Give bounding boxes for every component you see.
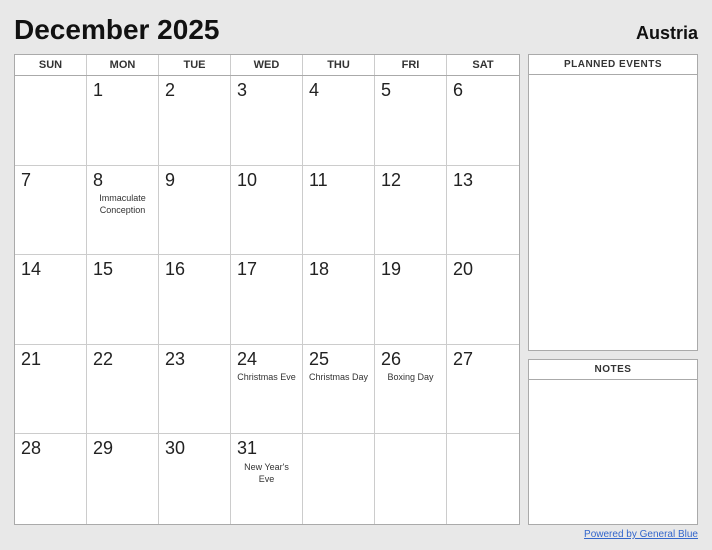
day-cell: 2 bbox=[159, 76, 231, 166]
calendar-grid: 12345678Immaculate Conception91011121314… bbox=[15, 76, 519, 524]
day-number: 25 bbox=[309, 349, 329, 371]
day-cell: 3 bbox=[231, 76, 303, 166]
day-number: 7 bbox=[21, 170, 31, 192]
day-cell: 19 bbox=[375, 255, 447, 345]
planned-events-title: PLANNED EVENTS bbox=[529, 55, 697, 75]
day-cell: 29 bbox=[87, 434, 159, 524]
day-number: 30 bbox=[165, 438, 185, 460]
day-cell: 25Christmas Day bbox=[303, 345, 375, 435]
day-cell: 13 bbox=[447, 166, 519, 256]
sidebar: PLANNED EVENTS NOTES bbox=[528, 54, 698, 525]
day-number: 15 bbox=[93, 259, 113, 281]
notes-title: NOTES bbox=[529, 360, 697, 380]
day-number: 20 bbox=[453, 259, 473, 281]
day-number: 10 bbox=[237, 170, 257, 192]
day-number: 5 bbox=[381, 80, 391, 102]
day-number: 29 bbox=[93, 438, 113, 460]
day-number: 31 bbox=[237, 438, 257, 460]
event-label: Immaculate Conception bbox=[93, 193, 152, 216]
day-cell: 30 bbox=[159, 434, 231, 524]
page-title: December 2025 bbox=[14, 14, 219, 46]
day-number: 17 bbox=[237, 259, 257, 281]
notes-box: NOTES bbox=[528, 359, 698, 525]
event-label: New Year's Eve bbox=[237, 462, 296, 485]
day-header: WED bbox=[231, 55, 303, 75]
day-number: 6 bbox=[453, 80, 463, 102]
day-cell: 1 bbox=[87, 76, 159, 166]
day-header: SAT bbox=[447, 55, 519, 75]
day-cell: 12 bbox=[375, 166, 447, 256]
day-cell: 24Christmas Eve bbox=[231, 345, 303, 435]
day-cell: 28 bbox=[15, 434, 87, 524]
footer-link[interactable]: Powered by General Blue bbox=[584, 529, 698, 540]
day-cell: 10 bbox=[231, 166, 303, 256]
day-number: 22 bbox=[93, 349, 113, 371]
day-header: TUE bbox=[159, 55, 231, 75]
day-cell: 23 bbox=[159, 345, 231, 435]
day-number: 13 bbox=[453, 170, 473, 192]
event-label: Christmas Day bbox=[309, 372, 368, 384]
footer: Powered by General Blue bbox=[14, 529, 698, 540]
day-cell: 6 bbox=[447, 76, 519, 166]
day-cell: 16 bbox=[159, 255, 231, 345]
day-cell: 5 bbox=[375, 76, 447, 166]
day-number: 3 bbox=[237, 80, 247, 102]
day-cell: 15 bbox=[87, 255, 159, 345]
day-cell: 4 bbox=[303, 76, 375, 166]
day-cell: 7 bbox=[15, 166, 87, 256]
notes-content bbox=[529, 380, 697, 524]
day-cell: 26Boxing Day bbox=[375, 345, 447, 435]
day-cell: 8Immaculate Conception bbox=[87, 166, 159, 256]
day-number: 24 bbox=[237, 349, 257, 371]
day-headers: SUNMONTUEWEDTHUFRISAT bbox=[15, 55, 519, 76]
day-number: 23 bbox=[165, 349, 185, 371]
calendar-page: December 2025 Austria SUNMONTUEWEDTHUFRI… bbox=[0, 0, 712, 550]
day-cell: 17 bbox=[231, 255, 303, 345]
day-cell: 22 bbox=[87, 345, 159, 435]
day-cell: 21 bbox=[15, 345, 87, 435]
day-number: 2 bbox=[165, 80, 175, 102]
country-label: Austria bbox=[636, 23, 698, 44]
day-number: 28 bbox=[21, 438, 41, 460]
day-cell: 14 bbox=[15, 255, 87, 345]
day-number: 9 bbox=[165, 170, 175, 192]
day-number: 21 bbox=[21, 349, 41, 371]
day-cell: 18 bbox=[303, 255, 375, 345]
day-number: 12 bbox=[381, 170, 401, 192]
day-number: 1 bbox=[93, 80, 103, 102]
day-number: 14 bbox=[21, 259, 41, 281]
day-cell: 31New Year's Eve bbox=[231, 434, 303, 524]
day-header: SUN bbox=[15, 55, 87, 75]
event-label: Christmas Eve bbox=[237, 372, 296, 384]
day-header: FRI bbox=[375, 55, 447, 75]
day-number: 18 bbox=[309, 259, 329, 281]
day-number: 26 bbox=[381, 349, 401, 371]
day-cell: 11 bbox=[303, 166, 375, 256]
day-number: 19 bbox=[381, 259, 401, 281]
header: December 2025 Austria bbox=[14, 14, 698, 46]
day-number: 27 bbox=[453, 349, 473, 371]
day-cell bbox=[375, 434, 447, 524]
day-number: 16 bbox=[165, 259, 185, 281]
day-cell: 9 bbox=[159, 166, 231, 256]
day-cell bbox=[303, 434, 375, 524]
day-number: 4 bbox=[309, 80, 319, 102]
day-cell: 20 bbox=[447, 255, 519, 345]
day-cell bbox=[15, 76, 87, 166]
day-cell bbox=[447, 434, 519, 524]
planned-events-box: PLANNED EVENTS bbox=[528, 54, 698, 351]
day-number: 11 bbox=[309, 170, 328, 192]
event-label: Boxing Day bbox=[381, 372, 440, 384]
main-content: SUNMONTUEWEDTHUFRISAT 12345678Immaculate… bbox=[14, 54, 698, 525]
day-cell: 27 bbox=[447, 345, 519, 435]
calendar-area: SUNMONTUEWEDTHUFRISAT 12345678Immaculate… bbox=[14, 54, 520, 525]
planned-events-content bbox=[529, 75, 697, 350]
day-header: MON bbox=[87, 55, 159, 75]
day-header: THU bbox=[303, 55, 375, 75]
day-number: 8 bbox=[93, 170, 103, 192]
